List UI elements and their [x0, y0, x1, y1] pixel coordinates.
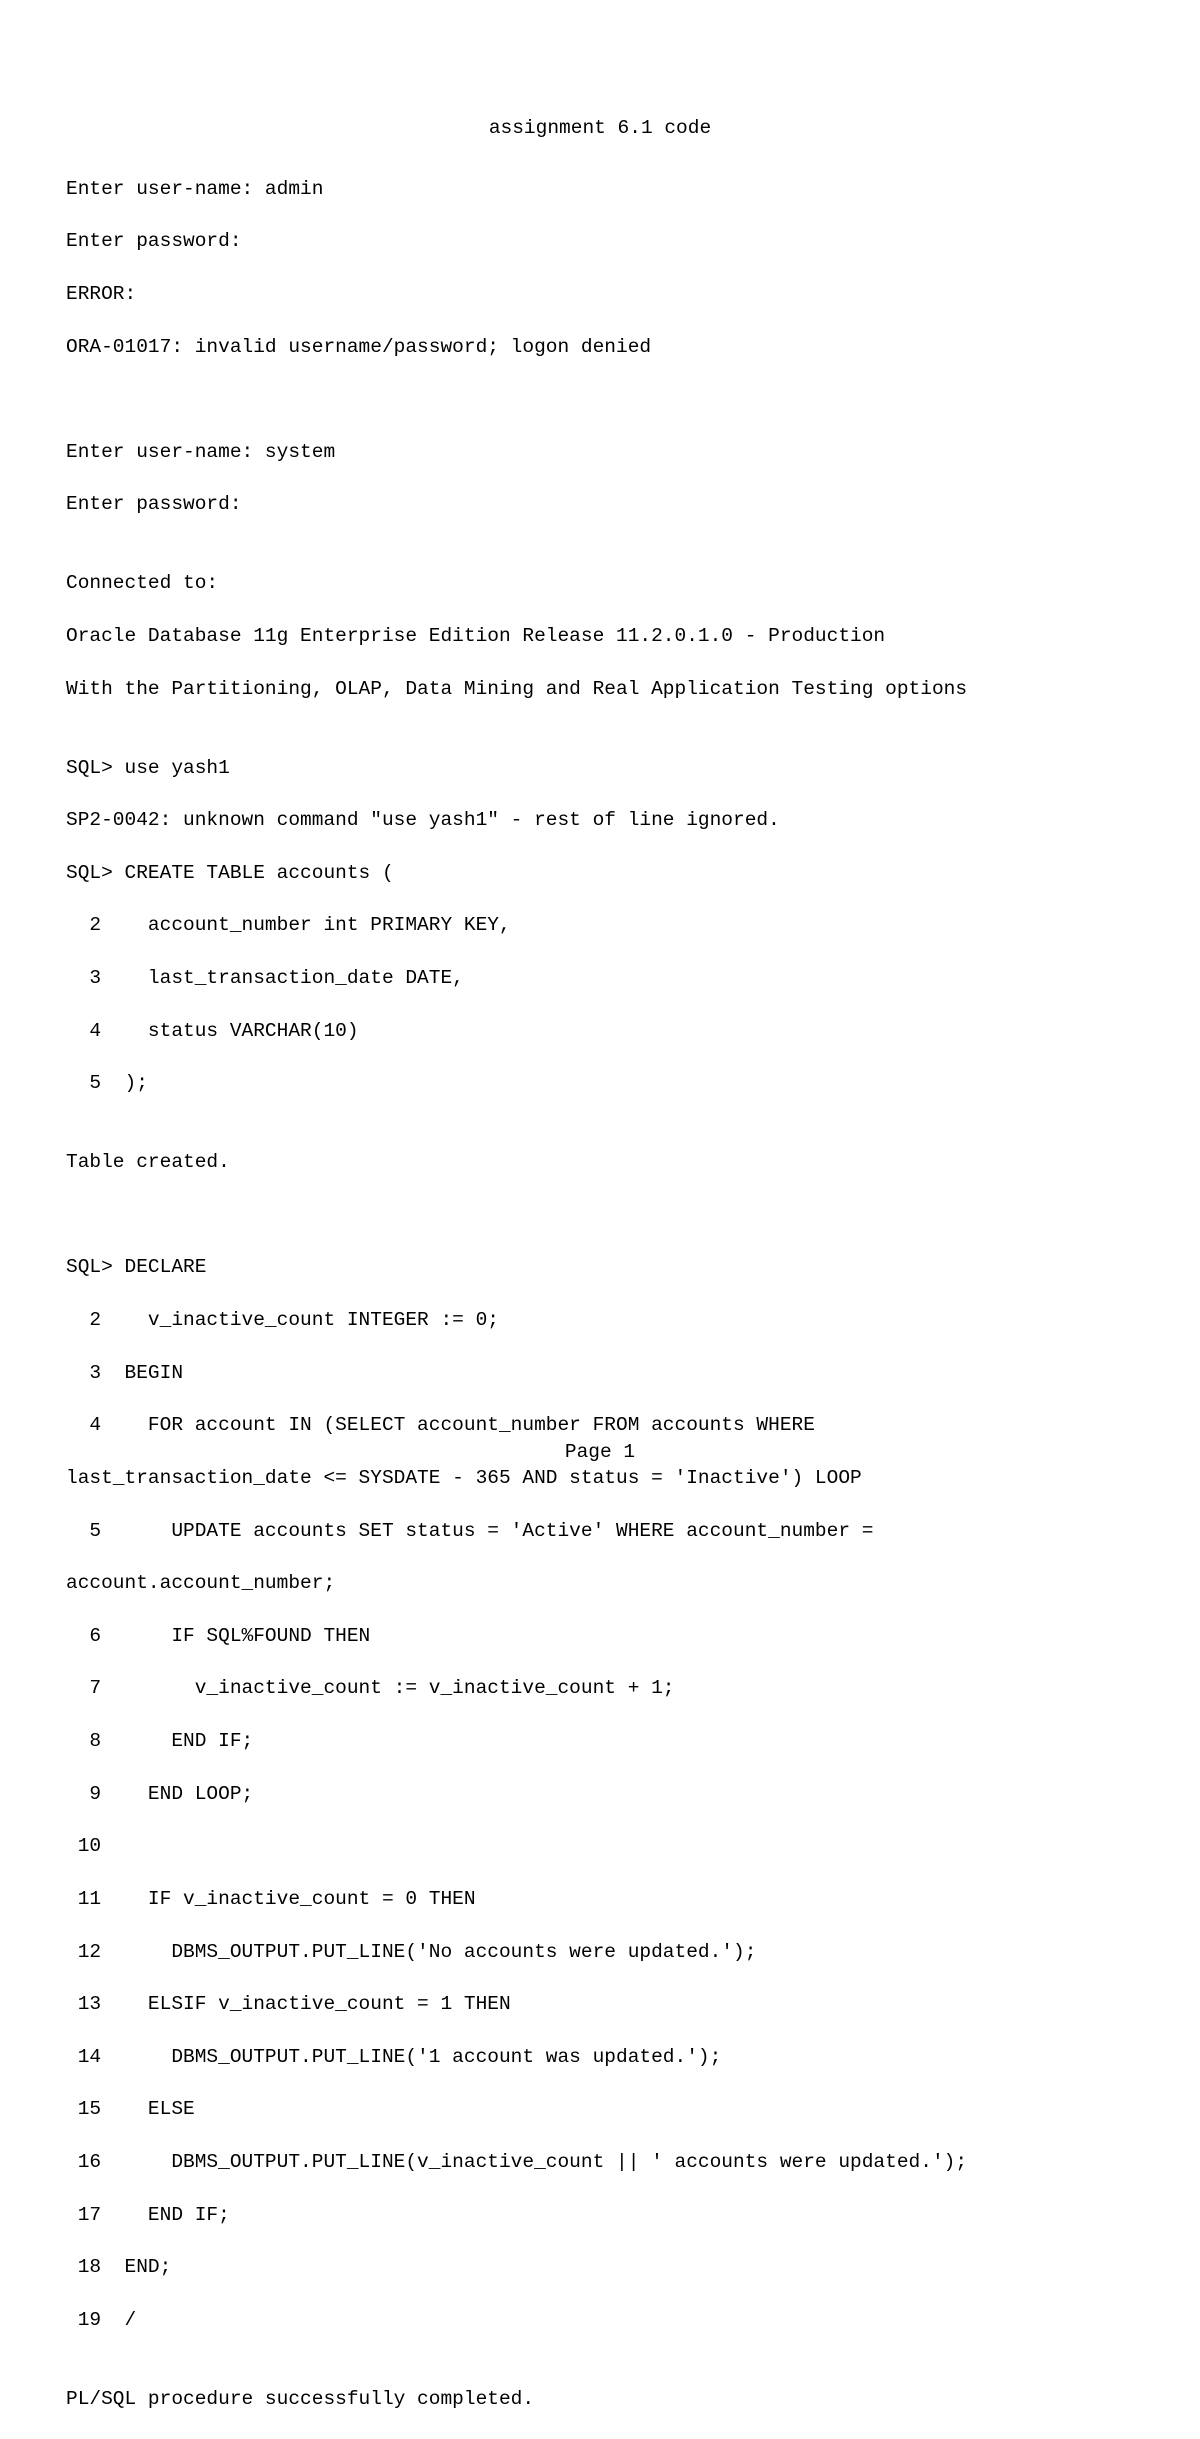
output-line: Enter password: [66, 491, 1134, 517]
output-line: Enter user-name: system [66, 439, 1134, 465]
sql-numbered-line: 19 / [66, 2307, 1134, 2333]
sql-numbered-line: 4 FOR account IN (SELECT account_number … [66, 1412, 1134, 1438]
sql-numbered-line: 13 ELSIF v_inactive_count = 1 THEN [66, 1991, 1134, 2017]
page-number: Page 1 [0, 1439, 1200, 1465]
sql-numbered-line: 3 last_transaction_date DATE, [66, 965, 1134, 991]
output-line: ERROR: [66, 281, 1134, 307]
sql-numbered-line: 3 BEGIN [66, 1360, 1134, 1386]
output-line: Table created. [66, 1149, 1134, 1175]
sql-numbered-line: 5 ); [66, 1070, 1134, 1096]
sql-numbered-line: 18 END; [66, 2254, 1134, 2280]
sql-prompt-line: SQL> DECLARE [66, 1254, 1134, 1280]
sql-numbered-line: 17 END IF; [66, 2202, 1134, 2228]
output-line: With the Partitioning, OLAP, Data Mining… [66, 676, 1134, 702]
output-line: SP2-0042: unknown command "use yash1" - … [66, 807, 1134, 833]
sql-prompt-line: SQL> CREATE TABLE accounts ( [66, 860, 1134, 886]
sql-numbered-line: 16 DBMS_OUTPUT.PUT_LINE(v_inactive_count… [66, 2149, 1134, 2175]
sql-numbered-line: 7 v_inactive_count := v_inactive_count +… [66, 1675, 1134, 1701]
sql-numbered-line: 12 DBMS_OUTPUT.PUT_LINE('No accounts wer… [66, 1939, 1134, 1965]
sql-wrap-line: last_transaction_date <= SYSDATE - 365 A… [66, 1465, 1134, 1491]
output-line: Enter password: [66, 228, 1134, 254]
sql-numbered-line: 10 [66, 1833, 1134, 1859]
sql-numbered-line: 14 DBMS_OUTPUT.PUT_LINE('1 account was u… [66, 2044, 1134, 2070]
terminal-output: Enter user-name: admin Enter password: E… [66, 149, 1134, 2438]
sql-numbered-line: 9 END LOOP; [66, 1781, 1134, 1807]
sql-numbered-line: 11 IF v_inactive_count = 0 THEN [66, 1886, 1134, 1912]
sql-numbered-line: 5 UPDATE accounts SET status = 'Active' … [66, 1518, 1134, 1544]
output-line: Connected to: [66, 570, 1134, 596]
output-line: ORA-01017: invalid username/password; lo… [66, 334, 1134, 360]
document-title: assignment 6.1 code [66, 115, 1134, 141]
sql-numbered-line: 2 v_inactive_count INTEGER := 0; [66, 1307, 1134, 1333]
sql-numbered-line: 6 IF SQL%FOUND THEN [66, 1623, 1134, 1649]
sql-numbered-line: 4 status VARCHAR(10) [66, 1018, 1134, 1044]
output-line: PL/SQL procedure successfully completed. [66, 2386, 1134, 2412]
sql-wrap-line: account.account_number; [66, 1570, 1134, 1596]
sql-prompt-line: SQL> use yash1 [66, 755, 1134, 781]
sql-numbered-line: 15 ELSE [66, 2096, 1134, 2122]
sql-numbered-line: 8 END IF; [66, 1728, 1134, 1754]
output-line: Enter user-name: admin [66, 176, 1134, 202]
output-line: Oracle Database 11g Enterprise Edition R… [66, 623, 1134, 649]
sql-numbered-line: 2 account_number int PRIMARY KEY, [66, 912, 1134, 938]
